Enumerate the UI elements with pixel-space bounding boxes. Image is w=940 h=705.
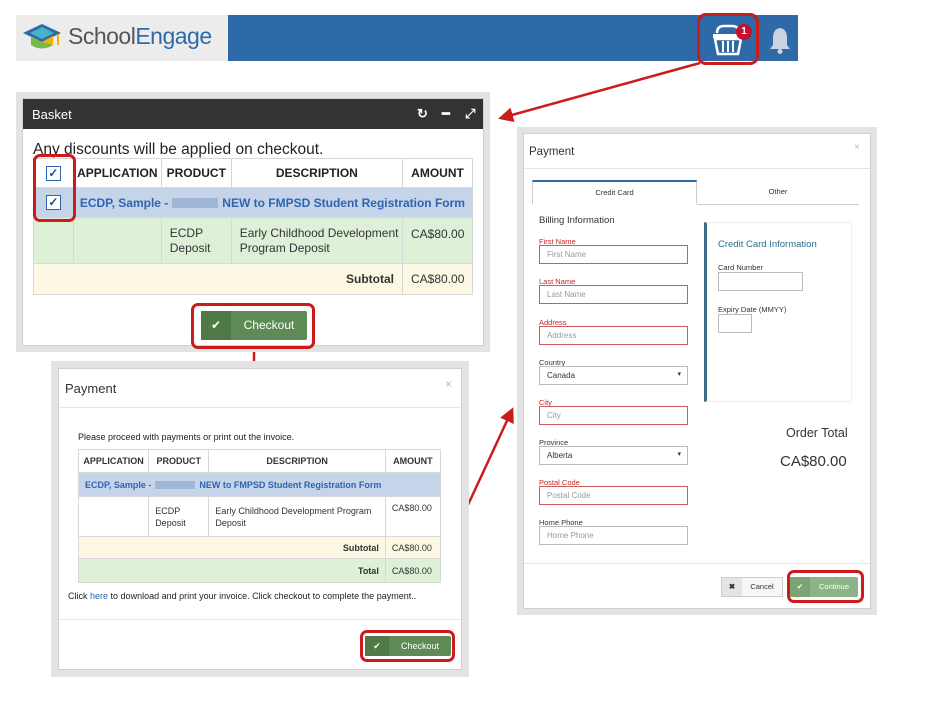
column-header: AMOUNT	[402, 158, 473, 188]
payment-form-modal: Payment × Credit Card Other Billing Info…	[523, 133, 871, 609]
cancel-button[interactable]: ✖ Cancel	[721, 577, 783, 597]
discount-note: Any discounts will be applied on checkou…	[33, 141, 324, 158]
basket-title: Basket	[32, 107, 72, 122]
close-icon[interactable]: ×	[854, 142, 860, 153]
card-number-input[interactable]	[718, 272, 803, 291]
modal-title: Payment	[65, 381, 117, 396]
country-select[interactable]: Canada ▾	[539, 366, 688, 385]
description-cell: Early Childhood Development Program Depos…	[230, 217, 404, 264]
column-header: AMOUNT	[384, 449, 442, 473]
download-invoice-link[interactable]: here	[90, 591, 108, 601]
arrow-basket-to-panel	[498, 61, 701, 123]
subtotal-label: Subtotal	[32, 263, 404, 295]
first-name-input[interactable]: First Name	[539, 245, 688, 264]
tab-divider	[697, 204, 859, 205]
expiry-label: Expiry Date (MMYY)	[718, 305, 787, 314]
credit-card-title: Credit Card Information	[718, 239, 817, 250]
column-header: DESCRIPTION	[208, 449, 386, 473]
product-cell: ECDP Deposit	[148, 496, 210, 537]
divider	[59, 619, 461, 620]
checkout-highlight-outline	[191, 303, 315, 349]
column-header: PRODUCT	[148, 449, 210, 473]
table-header-row: APPLICATION PRODUCT DESCRIPTION AMOUNT	[77, 449, 442, 473]
column-header: APPLICATION	[72, 158, 162, 188]
table-cell	[33, 217, 74, 264]
column-header: PRODUCT	[160, 158, 232, 188]
subtotal-label: Subtotal	[78, 536, 386, 559]
billing-title: Billing Information	[539, 215, 615, 226]
table-cell	[72, 217, 162, 264]
continue-highlight-outline	[787, 570, 864, 603]
amount-cell: CA$80.00	[402, 217, 473, 264]
redacted-name	[155, 481, 196, 490]
subtotal-row: Subtotal CA$80.00	[32, 263, 473, 295]
close-icon[interactable]: ×	[445, 377, 452, 391]
redacted-name	[172, 198, 219, 209]
order-total-value: CA$80.00	[780, 453, 847, 470]
divider	[524, 563, 870, 564]
postal-code-input[interactable]: Postal Code	[539, 486, 688, 505]
column-header: DESCRIPTION	[230, 158, 404, 188]
minimize-icon[interactable]: ━	[442, 106, 450, 122]
payment-intro: Please proceed with payments or print ou…	[78, 432, 295, 442]
application-name: ECDP, Sample - NEW to FMPSD Student Regis…	[72, 187, 474, 218]
basket-table: ✓ APPLICATION PRODUCT DESCRIPTION AMOUNT…	[32, 158, 474, 295]
checkbox-highlight-outline	[33, 154, 76, 222]
table-cell	[77, 496, 150, 537]
expiry-input[interactable]	[718, 314, 752, 333]
tab-other[interactable]: Other	[697, 180, 859, 204]
order-total-label: Order Total	[786, 426, 848, 440]
subtotal-row: Subtotal CA$80.00	[78, 536, 442, 559]
divider	[59, 407, 461, 408]
total-value: CA$80.00	[384, 558, 442, 583]
amount-cell: CA$80.00	[384, 496, 442, 537]
table-row: ECDP Deposit Early Childhood Development …	[77, 496, 442, 537]
total-label: Total	[78, 558, 386, 583]
payment-invoice-modal: Payment × Please proceed with payments o…	[58, 368, 462, 670]
modal-title: Payment	[529, 146, 575, 158]
table-header-row: ✓ APPLICATION PRODUCT DESCRIPTION AMOUNT	[33, 158, 473, 188]
address-input[interactable]: Address	[539, 326, 688, 345]
expand-icon[interactable]: ⤢	[465, 106, 475, 122]
card-number-label: Card Number	[718, 263, 764, 272]
subtotal-value: CA$80.00	[402, 263, 473, 295]
product-cell: ECDP Deposit	[160, 217, 232, 264]
subtotal-value: CA$80.00	[384, 536, 442, 559]
city-input[interactable]: City	[539, 406, 688, 425]
description-cell: Early Childhood Development Program Depos…	[208, 496, 386, 537]
refresh-icon[interactable]: ↻	[417, 106, 428, 122]
invoice-footer-note: Click here to download and print your in…	[68, 591, 417, 601]
application-row: ECDP, Sample - NEW to FMPSD Student Regis…	[78, 472, 441, 497]
home-phone-input[interactable]: Home Phone	[539, 526, 688, 545]
column-header: APPLICATION	[77, 449, 150, 473]
tab-credit-card[interactable]: Credit Card	[532, 180, 697, 204]
divider	[524, 168, 870, 169]
credit-card-box: Credit Card Information Card Number Expi…	[704, 222, 852, 402]
chevron-down-icon: ▾	[677, 371, 681, 378]
total-row: Total CA$80.00	[78, 558, 442, 583]
application-row: ✓ ECDP, Sample - NEW to FMPSD Student Reg…	[33, 187, 474, 218]
basket-header: Basket ↻ ━ ⤢	[23, 99, 483, 129]
province-select[interactable]: Alberta ▾	[539, 446, 688, 465]
chevron-down-icon: ▾	[677, 451, 681, 458]
invoice-table: APPLICATION PRODUCT DESCRIPTION AMOUNT E…	[77, 449, 442, 583]
table-row: ECDP Deposit Early Childhood Development P…	[33, 217, 473, 264]
application-name: ECDP, Sample - NEW to FMPSD Student Regis…	[78, 472, 441, 497]
close-icon: ✖	[722, 578, 742, 596]
checkout-highlight-outline	[360, 630, 455, 662]
last-name-input[interactable]: Last Name	[539, 285, 688, 304]
